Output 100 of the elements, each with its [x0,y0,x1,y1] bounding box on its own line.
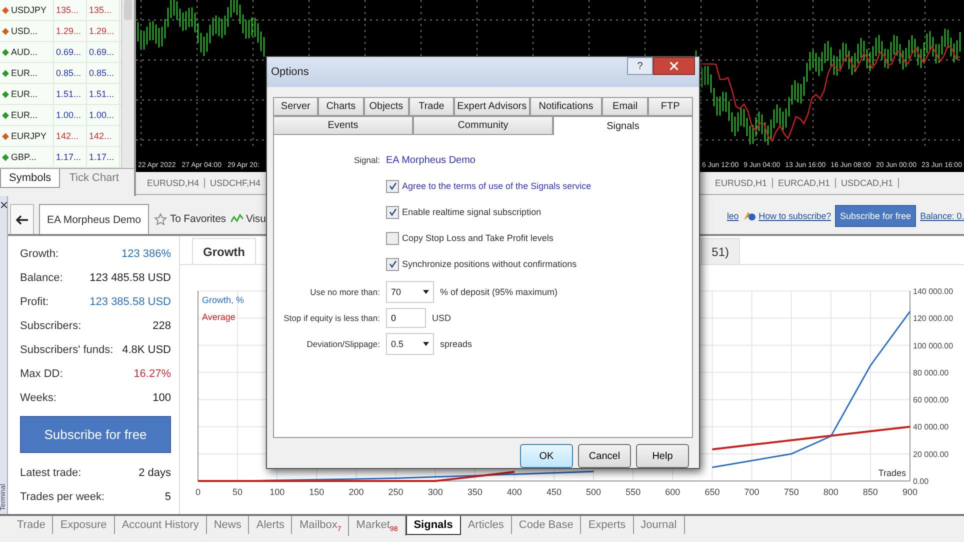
subscribe-button[interactable]: Subscribe for free [20,416,171,453]
terminal-tab[interactable]: News [206,516,250,534]
symbol-row[interactable]: GBP... 1.17... 1.17... [0,147,121,168]
field-label: Signal: [354,155,380,165]
axis-tick-label: 120 000.00 [913,314,954,324]
axis-tick-label: 500 [586,487,602,497]
chart-tab[interactable]: EURUSD,H1 [710,178,774,188]
ask-cell: 135... [87,0,120,20]
terminal-tab[interactable]: Code Base [512,516,582,534]
options-tab[interactable]: Email [602,97,648,116]
field-label: Stop if equity is less than: [284,312,380,322]
help-button[interactable]: ? [627,57,653,75]
signal-name: EA Morpheus Demo [386,154,476,166]
dialog-button[interactable]: Help [636,444,689,468]
stat-value: 100 [152,392,171,404]
balance-link[interactable]: Balance: 0. [920,201,964,231]
axis-tick-label: 800 [823,487,838,497]
axis-tick-label: 100 [270,487,285,497]
symbol-row[interactable]: USDJPY 135... 135... [0,0,121,21]
stat-label: Subscribers: [20,320,82,332]
panel-tab[interactable]: Tick Chart [60,169,128,188]
axis-tick-label: 850 [862,487,878,497]
terminal-tab[interactable]: Exposure [53,516,115,534]
dropdown[interactable]: 70 [386,280,434,302]
close-icon[interactable] [0,202,6,208]
options-tab[interactable]: Signals [553,116,693,135]
subscribe-button[interactable]: Subscribe for free [835,205,916,227]
bid-cell: 1.29... [54,21,87,41]
axis-tick-label: 100 000.00 [913,341,954,350]
axis-tick-label: 200 [348,487,364,497]
chart-tab[interactable]: EURUSD,H4 [142,178,206,188]
options-tab[interactable]: Expert Advisors [454,97,530,116]
terminal-tab[interactable]: Account History [114,516,207,534]
ask-cell: 0.69... [87,42,120,62]
stat-label: Balance: [20,272,63,284]
field-suffix: USD [432,312,452,322]
options-tab[interactable]: Community [413,116,553,135]
checkbox[interactable]: Copy Stop Loss and Take Profit levels [386,225,692,251]
terminal-tab[interactable]: Journal [634,516,685,534]
terminal-tab[interactable]: Alerts [249,516,292,534]
signal-tab[interactable]: EA Morpheus Demo [39,204,149,234]
help-link[interactable]: leo [726,201,739,231]
symbol-row[interactable]: USD... 1.29... 1.29... [0,21,121,42]
scrollbar[interactable] [121,0,134,168]
symbol-cell: EUR... [0,63,54,83]
bid-cell: 1.51... [54,84,87,104]
terminal-tab[interactable]: Trade [10,516,54,534]
checkbox[interactable]: Enable realtime signal subscription [386,199,692,225]
axis-tick-label: 40 000.00 [913,422,949,432]
axis-tick-label: 150 [309,487,324,497]
stat-label: Growth: [20,248,59,260]
terminal-tab[interactable]: Mailbox$_{7}$ [292,516,350,536]
chart-tab[interactable]: EURCAD,H1 [773,178,836,188]
favorites-button[interactable]: To Favorites [154,204,226,234]
ask-cell: 1.51... [87,84,120,104]
stat-label: Weeks: [20,392,56,404]
options-tab[interactable]: Trade [408,97,454,116]
options-tab[interactable]: Server [273,97,318,116]
symbol-row[interactable]: EUR... 1.51... 1.51... [0,84,121,105]
panel-tab[interactable]: Symbols [0,169,60,188]
stat-value: 4.8K USD [122,344,171,356]
legend-label: Growth, % [202,295,244,305]
axis-tick-label: 900 [902,487,918,497]
options-tab[interactable]: Notifications [530,97,602,116]
bid-cell: 0.69... [54,42,87,62]
symbol-row[interactable]: EUR... 1.00... 1.00... [0,105,121,126]
ask-cell: 1.17... [87,147,120,167]
chart-tab[interactable]: Growth [192,238,256,264]
field-suffix: % of deposit (95% maximum) [440,286,558,296]
terminal-tab[interactable]: Articles [460,516,512,534]
close-button[interactable] [653,57,695,75]
back-button[interactable] [10,204,34,234]
terminal-tab[interactable]: Experts [581,516,634,534]
terminal-tab[interactable]: Signals [406,516,461,535]
dropdown-arrow-icon [423,290,429,294]
symbol-row[interactable]: EURJPY 142... 142... [0,126,121,147]
visual-button[interactable]: Visu [230,204,266,234]
dropdown-arrow-icon [423,342,429,346]
symbol-cell: EUR... [0,105,54,125]
checkbox[interactable]: Synchronize positions without confirmations [386,251,692,277]
dialog-button[interactable]: OK [520,444,573,468]
stat-label: Profit: [20,296,49,308]
chart-tab[interactable]: 51) [700,238,740,264]
ask-cell: 1.00... [87,105,120,125]
input-field[interactable]: 0 [386,308,426,328]
dropdown[interactable]: 0.5 [386,332,434,354]
axis-tick-label: 250 [388,487,404,497]
symbol-row[interactable]: AUD... 0.69... 0.69... [0,42,121,63]
options-tab[interactable]: FTP [648,97,693,116]
options-tab[interactable]: Events [273,116,413,135]
chart-tab[interactable]: USDCAD,H1 [836,178,900,188]
how-to-subscribe-link[interactable]: How to subscribe? [742,201,832,231]
dialog-button[interactable]: Cancel [578,444,631,468]
axis-tick-label: 350 [467,487,482,497]
field-suffix: spreads [440,338,472,348]
stat-value: 123 386% [121,248,171,260]
checkbox[interactable]: Agree to the terms of use of the Signals service [386,173,692,199]
options-tab[interactable]: Charts [318,97,364,116]
options-tab[interactable]: Objects [364,97,409,116]
symbol-row[interactable]: EUR... 0.85... 0.85... [0,63,121,84]
